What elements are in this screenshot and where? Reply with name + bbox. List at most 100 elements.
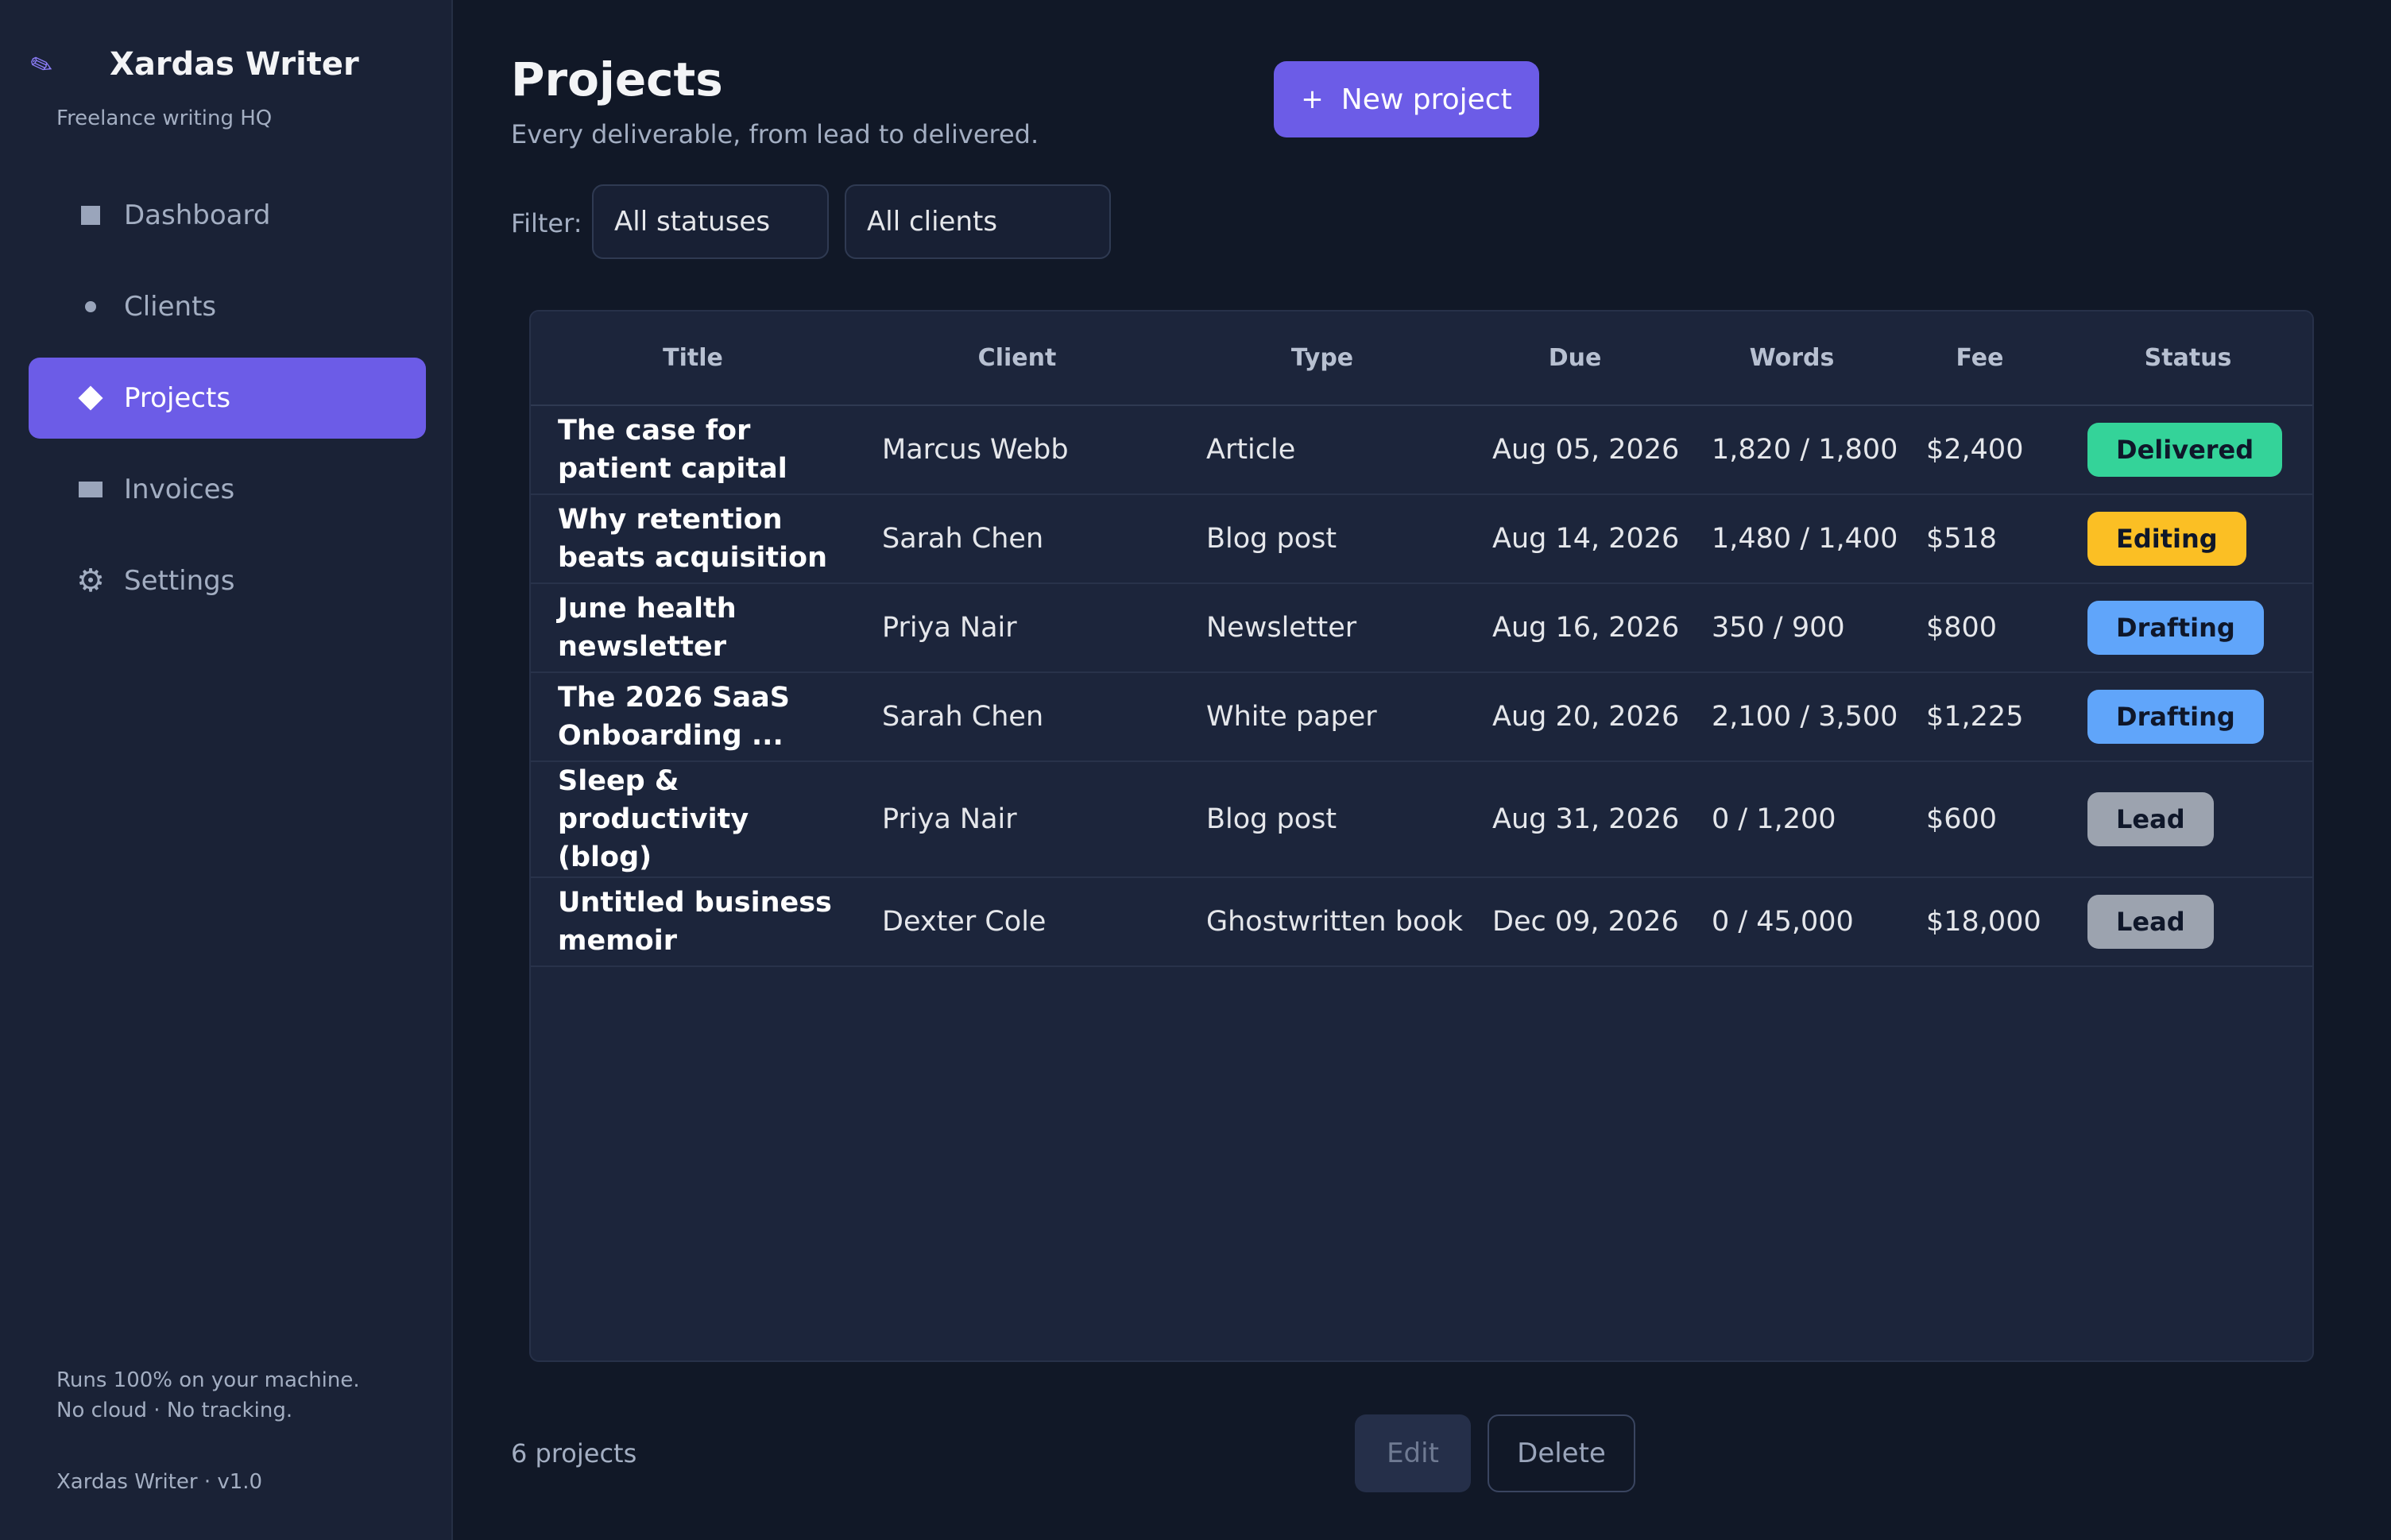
status-badge: Drafting xyxy=(2087,601,2264,655)
new-project-button[interactable]: + New project xyxy=(1274,61,1539,137)
cell-status: Delivered xyxy=(2060,405,2312,495)
cell-words: 350 / 900 xyxy=(1685,583,1899,673)
sidebar-item-invoices[interactable]: Invoices xyxy=(29,449,426,530)
cell-words: 2,100 / 3,500 xyxy=(1685,672,1899,762)
cell-due: Aug 05, 2026 xyxy=(1465,405,1685,495)
sidebar-item-label: Clients xyxy=(124,291,217,323)
cell-fee: $1,225 xyxy=(1899,672,2060,762)
cell-title: Sleep & productivity (blog) xyxy=(531,761,855,878)
cell-fee: $518 xyxy=(1899,494,2060,584)
cell-fee: $2,400 xyxy=(1899,405,2060,495)
cell-type: Article xyxy=(1179,405,1465,495)
cell-title: The case for patient capital xyxy=(531,405,855,495)
column-header-status[interactable]: Status xyxy=(2060,311,2312,406)
cell-due: Aug 20, 2026 xyxy=(1465,672,1685,762)
sidebar-item-label: Projects xyxy=(124,382,231,414)
column-header-title[interactable]: Title xyxy=(531,311,855,406)
pencil-icon: ✎ xyxy=(25,47,58,85)
cell-client: Marcus Webb xyxy=(855,405,1179,495)
table-row[interactable]: Sleep & productivity (blog) Priya Nair B… xyxy=(531,761,2312,878)
sidebar-nav: Dashboard Clients Projects Invoices ⚙ Se… xyxy=(29,175,426,632)
cell-status: Editing xyxy=(2060,494,2312,584)
cell-status: Drafting xyxy=(2060,583,2312,673)
main-content: Projects Every deliverable, from lead to… xyxy=(453,0,2391,1540)
page-title: Projects xyxy=(511,52,723,106)
gear-icon: ⚙ xyxy=(76,563,105,599)
rectangle-icon xyxy=(75,482,106,497)
cell-client: Dexter Cole xyxy=(855,877,1179,967)
table-row[interactable]: Why retention beats acquisition Sarah Ch… xyxy=(531,494,2312,584)
cell-type: Ghostwritten book xyxy=(1179,877,1465,967)
cell-due: Dec 09, 2026 xyxy=(1465,877,1685,967)
cell-fee: $18,000 xyxy=(1899,877,2060,967)
sidebar-item-clients[interactable]: Clients xyxy=(29,266,426,347)
projects-table: Title Client Type Due Words Fee Status T… xyxy=(529,310,2314,1362)
table-row[interactable]: The 2026 SaaS Onboarding ... Sarah Chen … xyxy=(531,672,2312,762)
client-filter-select[interactable]: All clients xyxy=(845,184,1111,259)
sidebar: ✎ Xardas Writer Freelance writing HQ Das… xyxy=(0,0,453,1540)
cell-title: Untitled business memoir xyxy=(531,877,855,967)
status-badge: Editing xyxy=(2087,512,2246,566)
sidebar-item-settings[interactable]: ⚙ Settings xyxy=(29,540,426,621)
column-header-words[interactable]: Words xyxy=(1685,311,1899,406)
cell-status: Lead xyxy=(2060,761,2312,878)
cell-type: Blog post xyxy=(1179,761,1465,878)
privacy-note-line: No cloud · No tracking. xyxy=(56,1399,293,1422)
column-header-client[interactable]: Client xyxy=(855,311,1179,406)
cell-title: Why retention beats acquisition xyxy=(531,494,855,584)
status-badge: Delivered xyxy=(2087,423,2283,477)
diamond-icon xyxy=(75,385,106,411)
cell-fee: $800 xyxy=(1899,583,2060,673)
sidebar-item-label: Invoices xyxy=(124,474,235,505)
sidebar-item-projects[interactable]: Projects xyxy=(29,358,426,439)
status-badge: Lead xyxy=(2087,895,2214,949)
app-tagline: Freelance writing HQ xyxy=(56,106,273,130)
cell-type: Newsletter xyxy=(1179,583,1465,673)
column-header-type[interactable]: Type xyxy=(1179,311,1465,406)
privacy-note-line: Runs 100% on your machine. xyxy=(56,1368,360,1392)
cell-client: Sarah Chen xyxy=(855,494,1179,584)
square-icon xyxy=(75,206,106,225)
cell-due: Aug 14, 2026 xyxy=(1465,494,1685,584)
brand: ✎ Xardas Writer xyxy=(25,46,359,85)
cell-type: White paper xyxy=(1179,672,1465,762)
sidebar-item-label: Dashboard xyxy=(124,199,271,231)
edit-button[interactable]: Edit xyxy=(1355,1414,1471,1492)
cell-words: 0 / 1,200 xyxy=(1685,761,1899,878)
privacy-note: Runs 100% on your machine. No cloud · No… xyxy=(56,1365,360,1426)
cell-due: Aug 16, 2026 xyxy=(1465,583,1685,673)
cell-title: The 2026 SaaS Onboarding ... xyxy=(531,672,855,762)
table-row[interactable]: Untitled business memoir Dexter Cole Gho… xyxy=(531,877,2312,967)
dot-icon xyxy=(75,301,106,312)
app-window: ✎ Xardas Writer Freelance writing HQ Das… xyxy=(0,0,2391,1540)
table-row[interactable]: June health newsletter Priya Nair Newsle… xyxy=(531,583,2312,673)
status-badge: Lead xyxy=(2087,792,2214,846)
column-header-fee[interactable]: Fee xyxy=(1899,311,2060,406)
app-name: Xardas Writer xyxy=(110,46,359,83)
filter-label: Filter: xyxy=(511,208,582,238)
cell-type: Blog post xyxy=(1179,494,1465,584)
cell-title: June health newsletter xyxy=(531,583,855,673)
cell-client: Priya Nair xyxy=(855,761,1179,878)
cell-words: 1,820 / 1,800 xyxy=(1685,405,1899,495)
cell-client: Priya Nair xyxy=(855,583,1179,673)
cell-status: Drafting xyxy=(2060,672,2312,762)
sidebar-item-dashboard[interactable]: Dashboard xyxy=(29,175,426,256)
plus-icon: + xyxy=(1301,83,1324,115)
cell-fee: $600 xyxy=(1899,761,2060,878)
delete-button[interactable]: Delete xyxy=(1488,1414,1635,1492)
cell-words: 1,480 / 1,400 xyxy=(1685,494,1899,584)
column-header-due[interactable]: Due xyxy=(1465,311,1685,406)
table-row[interactable]: The case for patient capital Marcus Webb… xyxy=(531,405,2312,495)
cell-status: Lead xyxy=(2060,877,2312,967)
status-badge: Drafting xyxy=(2087,690,2264,744)
project-count: 6 projects xyxy=(511,1438,637,1468)
page-subtitle: Every deliverable, from lead to delivere… xyxy=(511,119,1039,149)
cell-client: Sarah Chen xyxy=(855,672,1179,762)
cell-due: Aug 31, 2026 xyxy=(1465,761,1685,878)
table-header-row: Title Client Type Due Words Fee Status xyxy=(531,311,2312,406)
status-filter-select[interactable]: All statuses xyxy=(592,184,829,259)
cell-words: 0 / 45,000 xyxy=(1685,877,1899,967)
app-version: Xardas Writer · v1.0 xyxy=(56,1470,263,1494)
sidebar-item-label: Settings xyxy=(124,565,235,597)
